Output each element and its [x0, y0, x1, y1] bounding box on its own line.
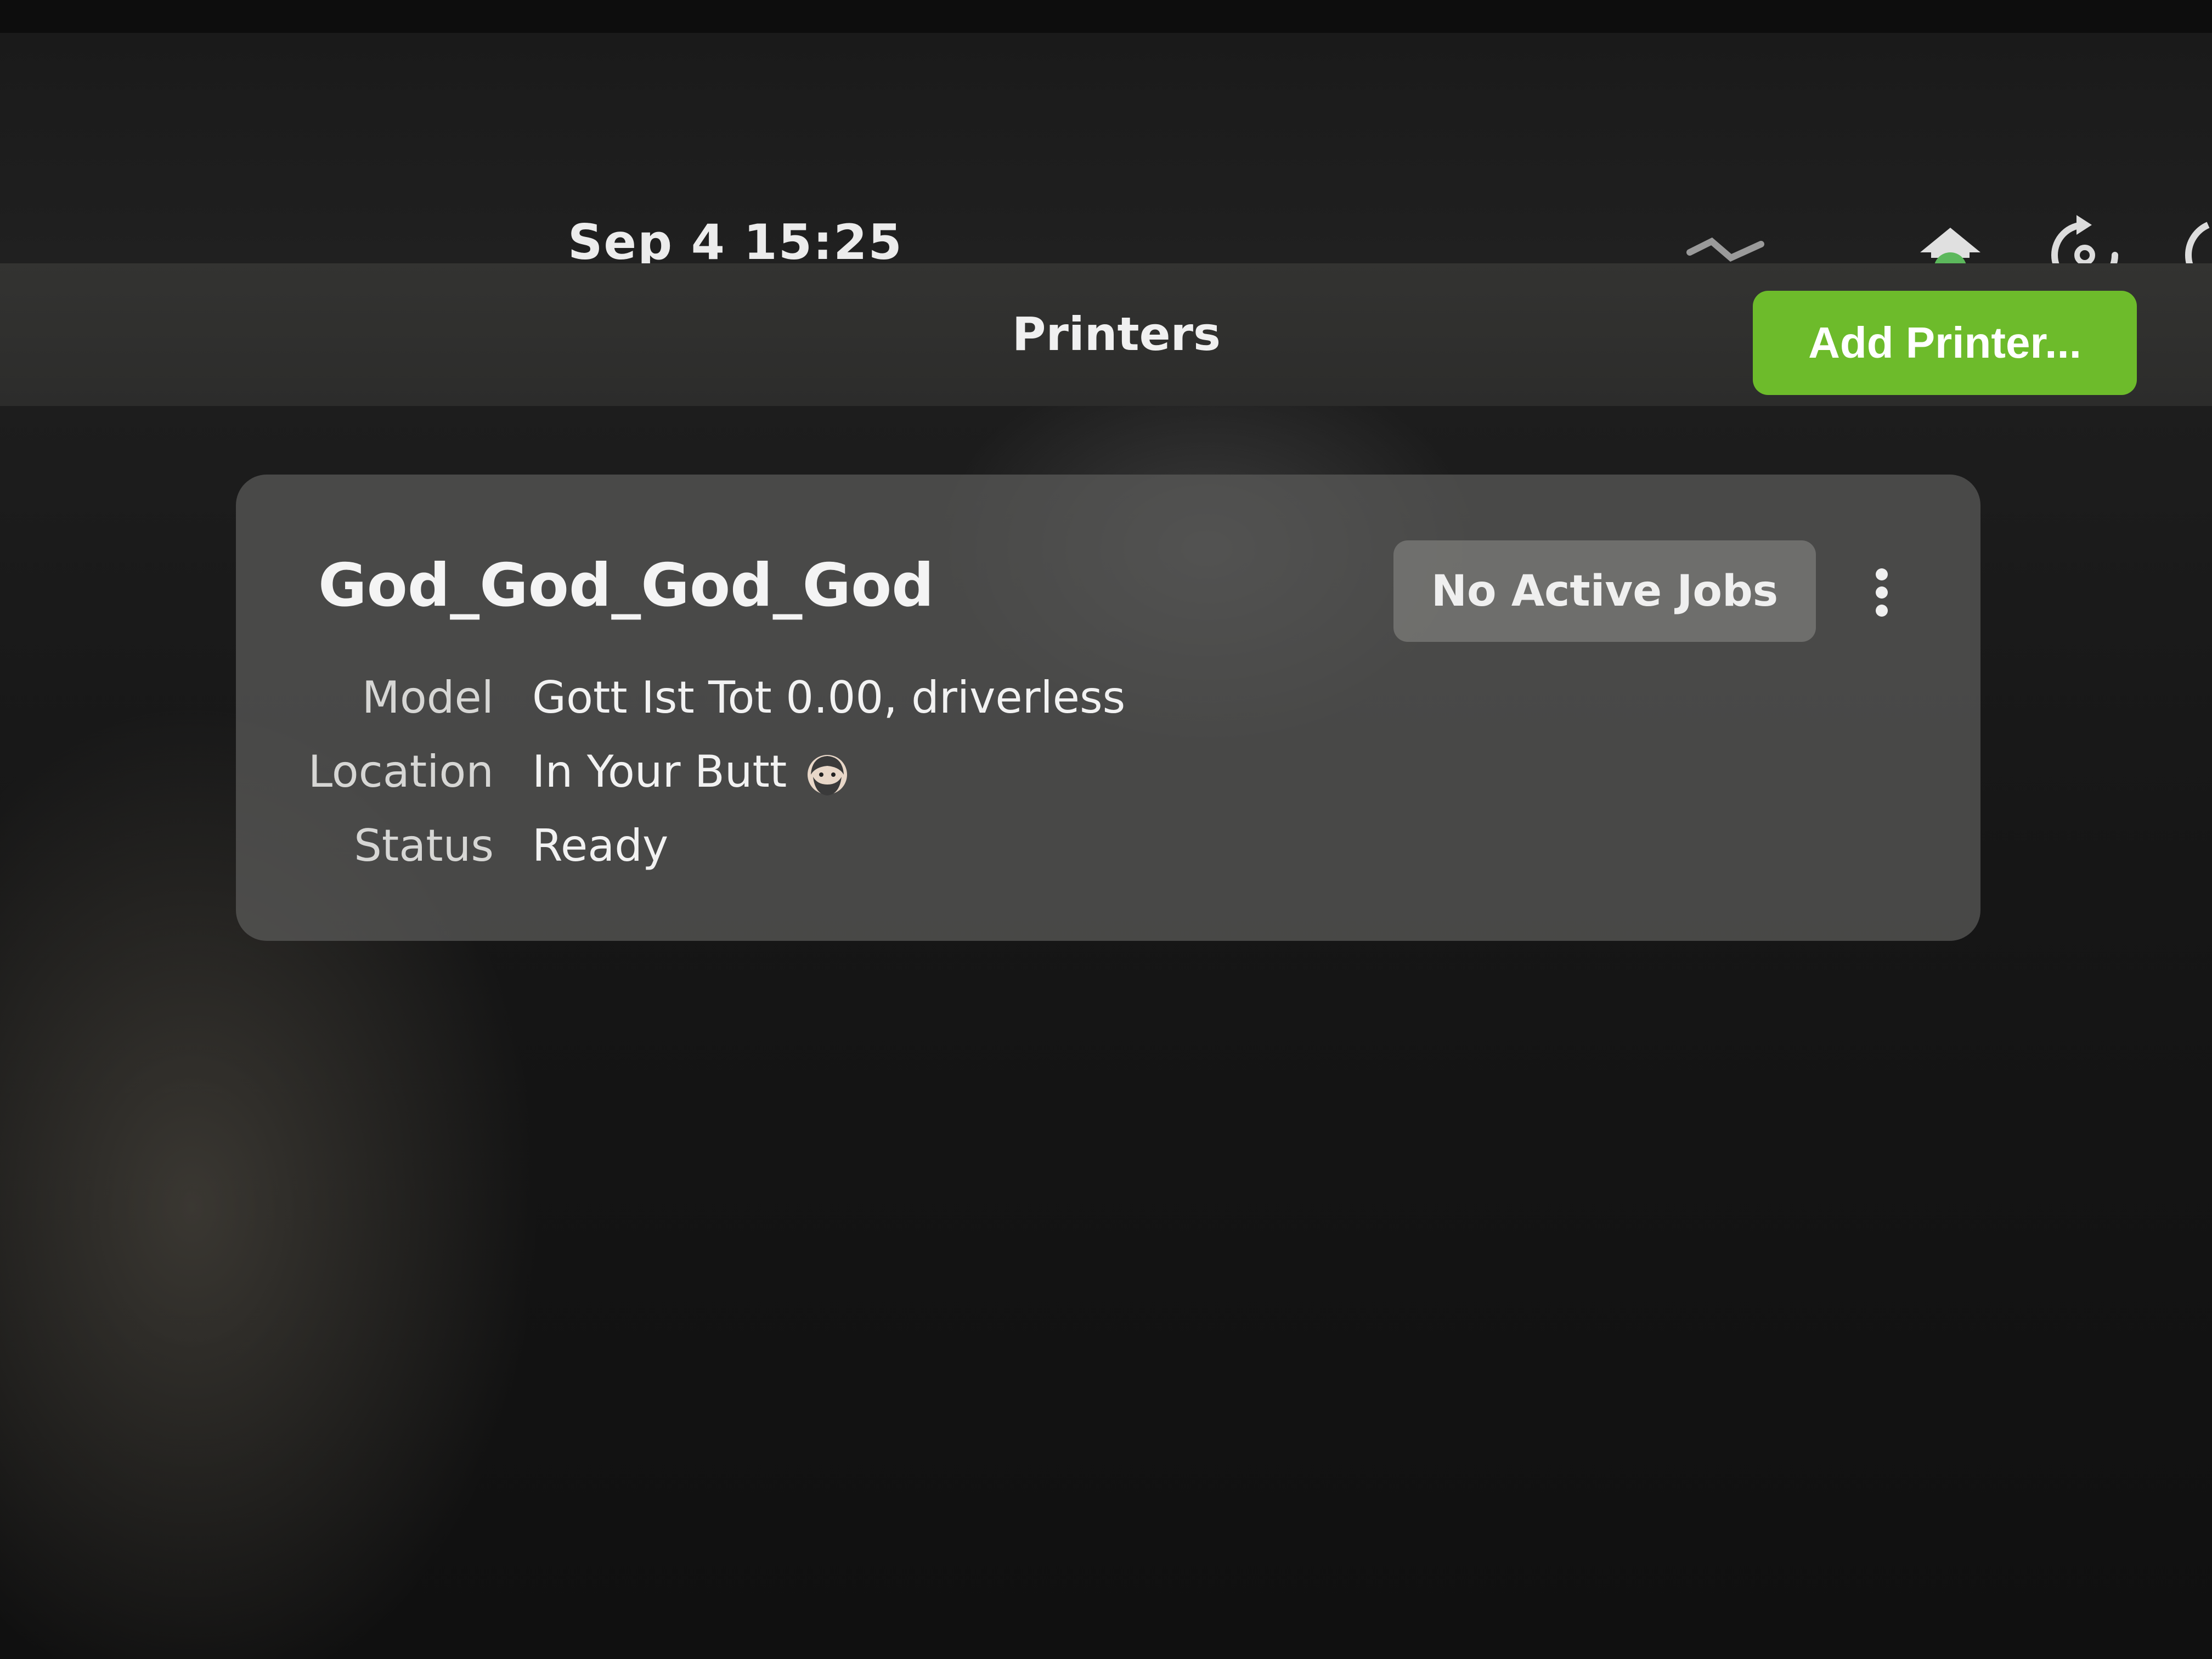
- model-row: Model Gott Ist Tot 0.00, driverless: [236, 672, 1980, 732]
- page-title: Printers: [1012, 307, 1221, 361]
- status-value: Ready: [532, 820, 669, 871]
- model-label: Model: [362, 672, 494, 723]
- status-label: Status: [354, 820, 494, 871]
- status-row: Status Ready: [236, 820, 1980, 881]
- bearded-person-emoji-icon: [808, 755, 848, 796]
- location-label: Location: [308, 746, 494, 797]
- location-value: In Your Butt: [532, 746, 787, 797]
- model-value: Gott Ist Tot 0.00, driverless: [532, 672, 1126, 723]
- printer-name: God_God_God_God: [318, 551, 934, 620]
- add-printer-button[interactable]: Add Printer...: [1753, 291, 2137, 395]
- no-active-jobs-button[interactable]: No Active Jobs: [1393, 540, 1816, 642]
- location-value-wrap: In Your Butt: [532, 746, 849, 797]
- screen: Sep 4 15:25 Printers Add Printer... God_…: [0, 0, 2212, 1659]
- location-row: Location In Your Butt: [236, 746, 1980, 806]
- top-bar: Sep 4 15:25: [0, 33, 2212, 289]
- clock[interactable]: Sep 4 15:25: [568, 214, 903, 270]
- more-options-icon[interactable]: [1849, 557, 1915, 628]
- monitor-bezel: [0, 0, 2212, 33]
- printer-card: God_God_God_God No Active Jobs Model Got…: [236, 475, 1980, 941]
